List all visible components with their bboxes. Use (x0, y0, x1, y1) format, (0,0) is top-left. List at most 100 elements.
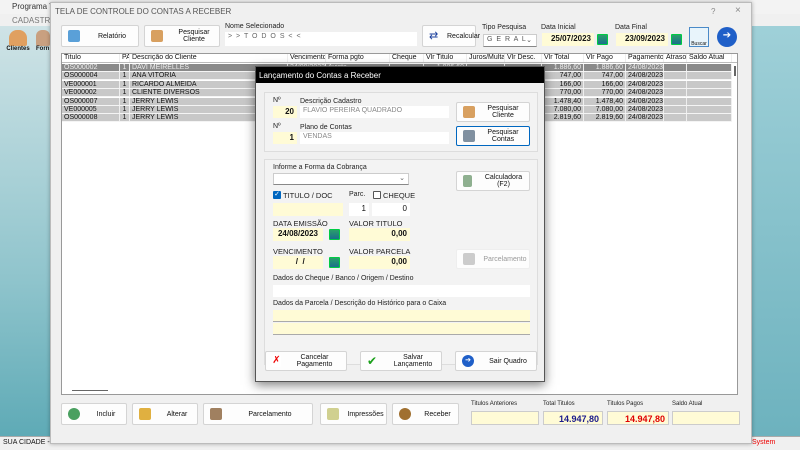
impressoes-button[interactable]: Impressões (320, 403, 387, 425)
installments-icon (463, 253, 475, 265)
table-cell (664, 89, 687, 97)
table-cell: OS000007 (62, 97, 120, 105)
plano-nome-input[interactable]: VENDAS (300, 132, 449, 144)
valor-titulo-input[interactable]: 0,00 (349, 228, 410, 241)
saldo-atual-label: Saldo Atual (672, 401, 703, 407)
table-cell: OS000002 (62, 64, 120, 71)
column-header[interactable]: Pagamento (626, 54, 664, 62)
calculator-icon (463, 175, 472, 187)
calendar-icon[interactable] (329, 229, 340, 240)
parcelamento-button[interactable]: Parcelamento (456, 249, 530, 269)
cliente-nome-input[interactable]: FLAVIO PEREIRA QUADRADO (300, 106, 449, 118)
left-sidebar (0, 26, 50, 450)
column-header[interactable]: PA (120, 54, 130, 62)
clients-icon (9, 30, 27, 46)
plano-num-input[interactable]: 1 (273, 132, 297, 144)
dados-cheque-input[interactable] (273, 285, 530, 297)
valor-parcela-input[interactable]: 0,00 (349, 256, 410, 269)
data-emissao-label: DATA EMISSÃO (273, 219, 328, 228)
column-header[interactable]: Vlr Total (542, 54, 584, 62)
sair-quadro-button[interactable]: ➔ Sair Quadro (455, 351, 537, 371)
table-cell: VE000005 (62, 106, 120, 113)
titulos-anteriores-label: Titulos Anteriores (471, 401, 518, 407)
column-header[interactable]: Forma pgto (326, 54, 390, 62)
calendar-icon[interactable] (671, 34, 682, 45)
nome-selecionado-input[interactable]: > > T O D O S < < (225, 32, 417, 46)
saldo-atual-value (672, 411, 740, 425)
vencimento-input[interactable]: / / (273, 256, 323, 269)
receber-button[interactable]: Receber (392, 403, 459, 425)
table-cell: 1 (120, 114, 130, 122)
titulo-doc-input[interactable] (273, 203, 343, 216)
dados-parcela-input-2[interactable] (273, 323, 530, 335)
forma-cobranca-select[interactable]: ⌄ (273, 173, 409, 185)
button-label: Buscar (691, 41, 707, 47)
table-cell: 24/08/2023 (628, 64, 664, 71)
close-button[interactable]: × (735, 5, 741, 16)
column-header[interactable]: Vlr Titulo (424, 54, 467, 62)
edit-icon (139, 408, 151, 420)
sidebar-item-clientes[interactable]: Clientes (6, 30, 30, 56)
data-emissao-input[interactable]: 24/08/2023 (273, 228, 323, 241)
table-cell: 166,00 (542, 80, 584, 88)
table-cell: 1 (120, 80, 130, 88)
nome-selecionado-label: Nome Selecionado (225, 23, 285, 30)
column-header[interactable]: Saldo Atual (687, 54, 732, 62)
column-header[interactable]: Titulo (62, 54, 120, 62)
titulo-doc-checkbox[interactable]: ✓ (273, 191, 281, 199)
cheque-input[interactable]: 0 (372, 203, 410, 216)
pesquisar-contas-button[interactable]: Pesquisar Contas (456, 126, 530, 146)
button-label: Pesquisar Cliente (487, 105, 519, 119)
cliente-num-input[interactable]: 20 (273, 106, 297, 118)
sidebar-item-forn[interactable]: Forn (36, 30, 50, 56)
column-header[interactable]: Atraso (664, 54, 687, 62)
n-label: Nº (273, 97, 281, 104)
column-header[interactable]: Cheque (390, 54, 424, 62)
button-label: Pesquisar Cliente (178, 29, 210, 43)
total-titulos-label: Total Titulos (543, 401, 575, 407)
parcelamento-button[interactable]: Parcelamento (203, 403, 313, 425)
table-cell: VE000001 (62, 80, 120, 88)
table-cell: 166,00 (584, 80, 626, 88)
parc-input[interactable]: 1 (349, 203, 369, 216)
data-final-label: Data Final (615, 24, 647, 31)
pesquisar-cliente-button[interactable]: Pesquisar Cliente (456, 102, 530, 122)
table-cell: 2.819,60 (542, 114, 584, 122)
dados-cheque-label: Dados do Cheque / Banco / Origem / Desti… (273, 275, 414, 282)
tipo-pesquisa-select[interactable]: G E R A L ⌄ (483, 34, 537, 47)
table-cell: 2.819,60 (584, 114, 626, 122)
sair-button[interactable]: ➔ (717, 27, 737, 47)
valor-parcela-label: VALOR PARCELA (349, 247, 411, 256)
pesquisar-cliente-button[interactable]: Pesquisar Cliente (144, 25, 220, 47)
incluir-button[interactable]: Incluir (61, 403, 127, 425)
column-header[interactable]: Juros/Multa (467, 54, 505, 62)
data-inicial-input[interactable]: 25/07/2023 (542, 33, 594, 46)
table-cell: 24/08/2023 (628, 106, 664, 113)
salvar-lancamento-button[interactable]: ✔ Salvar Lançamento (360, 351, 442, 371)
table-cell (664, 72, 687, 80)
help-button[interactable]: ? (711, 7, 715, 16)
calendar-icon[interactable] (597, 34, 608, 45)
calculadora-button[interactable]: Calculadora (F2) (456, 171, 530, 191)
cancelar-pagamento-button[interactable]: ✗ Cancelar Pagamento (265, 351, 347, 371)
alterar-button[interactable]: Alterar (132, 403, 198, 425)
grid-hscrollbar[interactable] (72, 390, 108, 391)
column-header[interactable]: Vlr Desc. (505, 54, 542, 62)
descricao-cadastro-label: Descrição Cadastro (300, 98, 362, 105)
dados-parcela-input-1[interactable] (273, 310, 530, 322)
cheque-checkbox[interactable] (373, 191, 381, 199)
column-header[interactable]: Vencimento (288, 54, 326, 62)
calendar-icon[interactable] (329, 257, 340, 268)
relatorio-button[interactable]: Relatório (61, 25, 139, 47)
buscar-button[interactable]: Buscar (689, 27, 709, 47)
grid-scrollbar[interactable] (734, 66, 736, 76)
recalcular-button[interactable]: ⇄ Recalcular (422, 25, 480, 47)
valor-titulo-label: VALOR TITULO (349, 219, 403, 228)
tag-icon (327, 408, 339, 420)
column-header[interactable]: Descrição do Cliente (130, 54, 288, 62)
data-final-input[interactable]: 23/09/2023 (616, 33, 668, 46)
dados-parcela-label: Dados da Parcela / Descrição do Históric… (273, 300, 447, 307)
column-header[interactable]: Vlr Pago (584, 54, 626, 62)
button-label: Parcelamento (483, 255, 527, 263)
window-title: TELA DE CONTROLE DO CONTAS A RECEBER (55, 7, 232, 16)
